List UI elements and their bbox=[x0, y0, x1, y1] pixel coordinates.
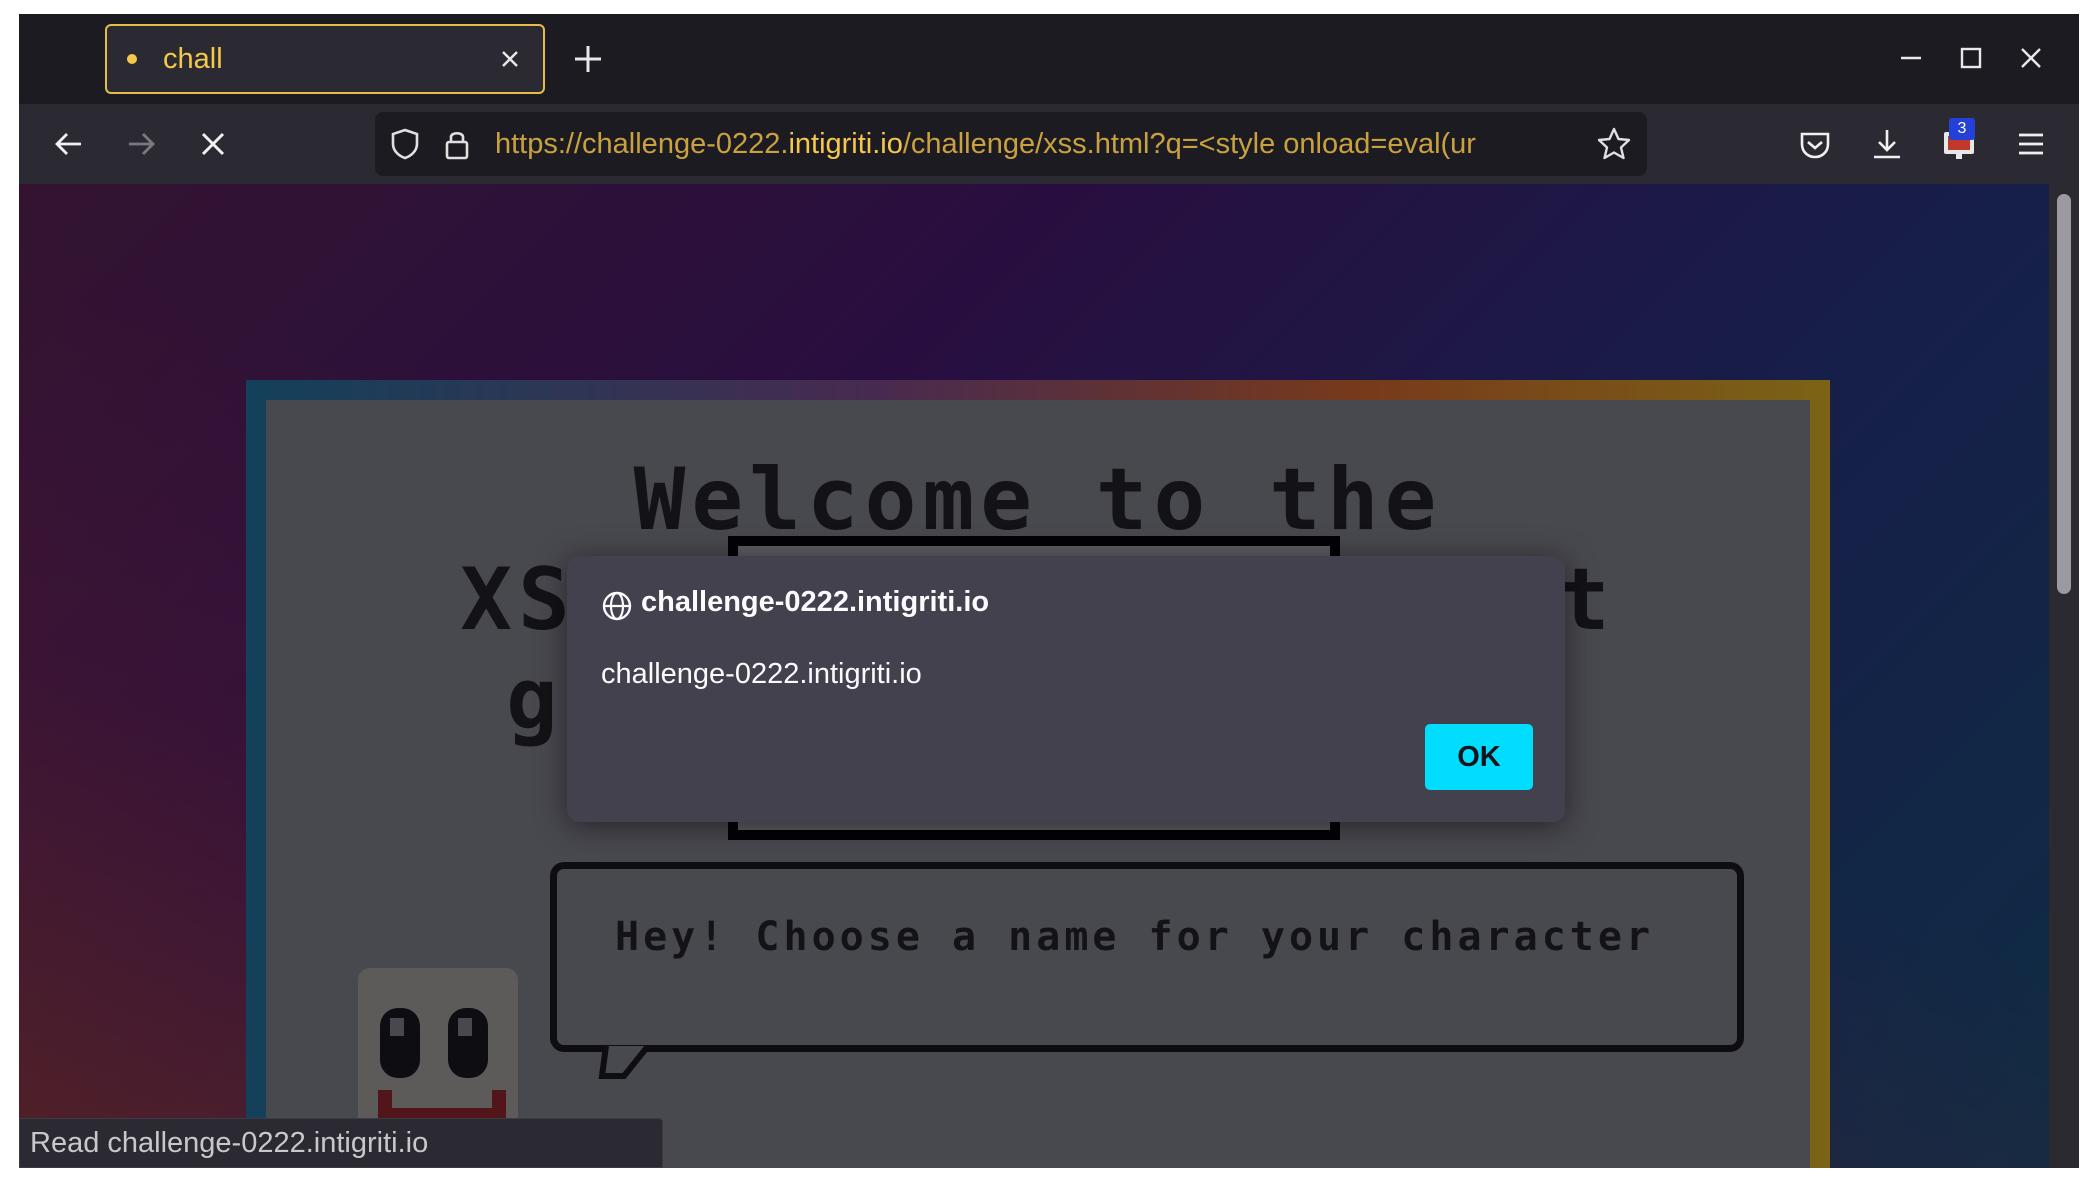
navigation-toolbar: https://challenge-0222.intigriti.io/chal… bbox=[19, 104, 2079, 184]
url-path: /challenge/xss.html?q=<style onload=eval… bbox=[902, 128, 1476, 160]
ok-button[interactable]: OK bbox=[1425, 724, 1533, 790]
alert-dialog: challenge-0222.intigriti.io challenge-02… bbox=[567, 556, 1565, 822]
globe-icon bbox=[602, 591, 632, 621]
address-bar[interactable]: https://challenge-0222.intigriti.io/chal… bbox=[375, 112, 1647, 176]
scrollbar-thumb[interactable] bbox=[2057, 194, 2071, 594]
tab-close-icon[interactable] bbox=[495, 44, 525, 74]
url-text[interactable]: https://challenge-0222.intigriti.io/chal… bbox=[495, 112, 1585, 176]
bookmark-star-icon[interactable] bbox=[1595, 125, 1633, 163]
vertical-scrollbar[interactable] bbox=[2049, 184, 2079, 1168]
forward-arrow-icon[interactable] bbox=[121, 124, 161, 164]
minimize-icon[interactable] bbox=[1895, 42, 1927, 74]
tab-strip: chall bbox=[19, 14, 2079, 104]
downloads-icon[interactable] bbox=[1867, 124, 1907, 164]
status-text: Read challenge-0222.intigriti.io bbox=[30, 1127, 429, 1159]
hamburger-menu-icon[interactable] bbox=[2011, 124, 2051, 164]
pocket-icon[interactable] bbox=[1795, 124, 1835, 164]
tracking-shield-icon[interactable] bbox=[387, 126, 423, 162]
extension-badge: 3 bbox=[1949, 118, 1975, 140]
lock-icon[interactable] bbox=[441, 126, 473, 162]
browser-window: chall https://challenge-0222.intigriti.i… bbox=[19, 14, 2079, 1168]
url-prefix: https://challenge-0222. bbox=[495, 128, 789, 160]
maximize-icon[interactable] bbox=[1955, 42, 1987, 74]
dialog-message: challenge-0222.intigriti.io bbox=[601, 658, 922, 690]
tab-loading-dot-icon bbox=[127, 54, 137, 64]
tab-chall[interactable]: chall bbox=[105, 24, 545, 94]
close-window-icon[interactable] bbox=[2015, 42, 2047, 74]
tab-title: chall bbox=[163, 42, 223, 75]
new-tab-icon[interactable] bbox=[571, 42, 605, 76]
back-arrow-icon[interactable] bbox=[49, 124, 89, 164]
stop-loading-icon[interactable] bbox=[193, 124, 233, 164]
status-bar: Read challenge-0222.intigriti.io bbox=[19, 1118, 663, 1168]
dialog-title: challenge-0222.intigriti.io bbox=[641, 586, 990, 618]
url-domain: intigriti.io bbox=[788, 128, 903, 160]
